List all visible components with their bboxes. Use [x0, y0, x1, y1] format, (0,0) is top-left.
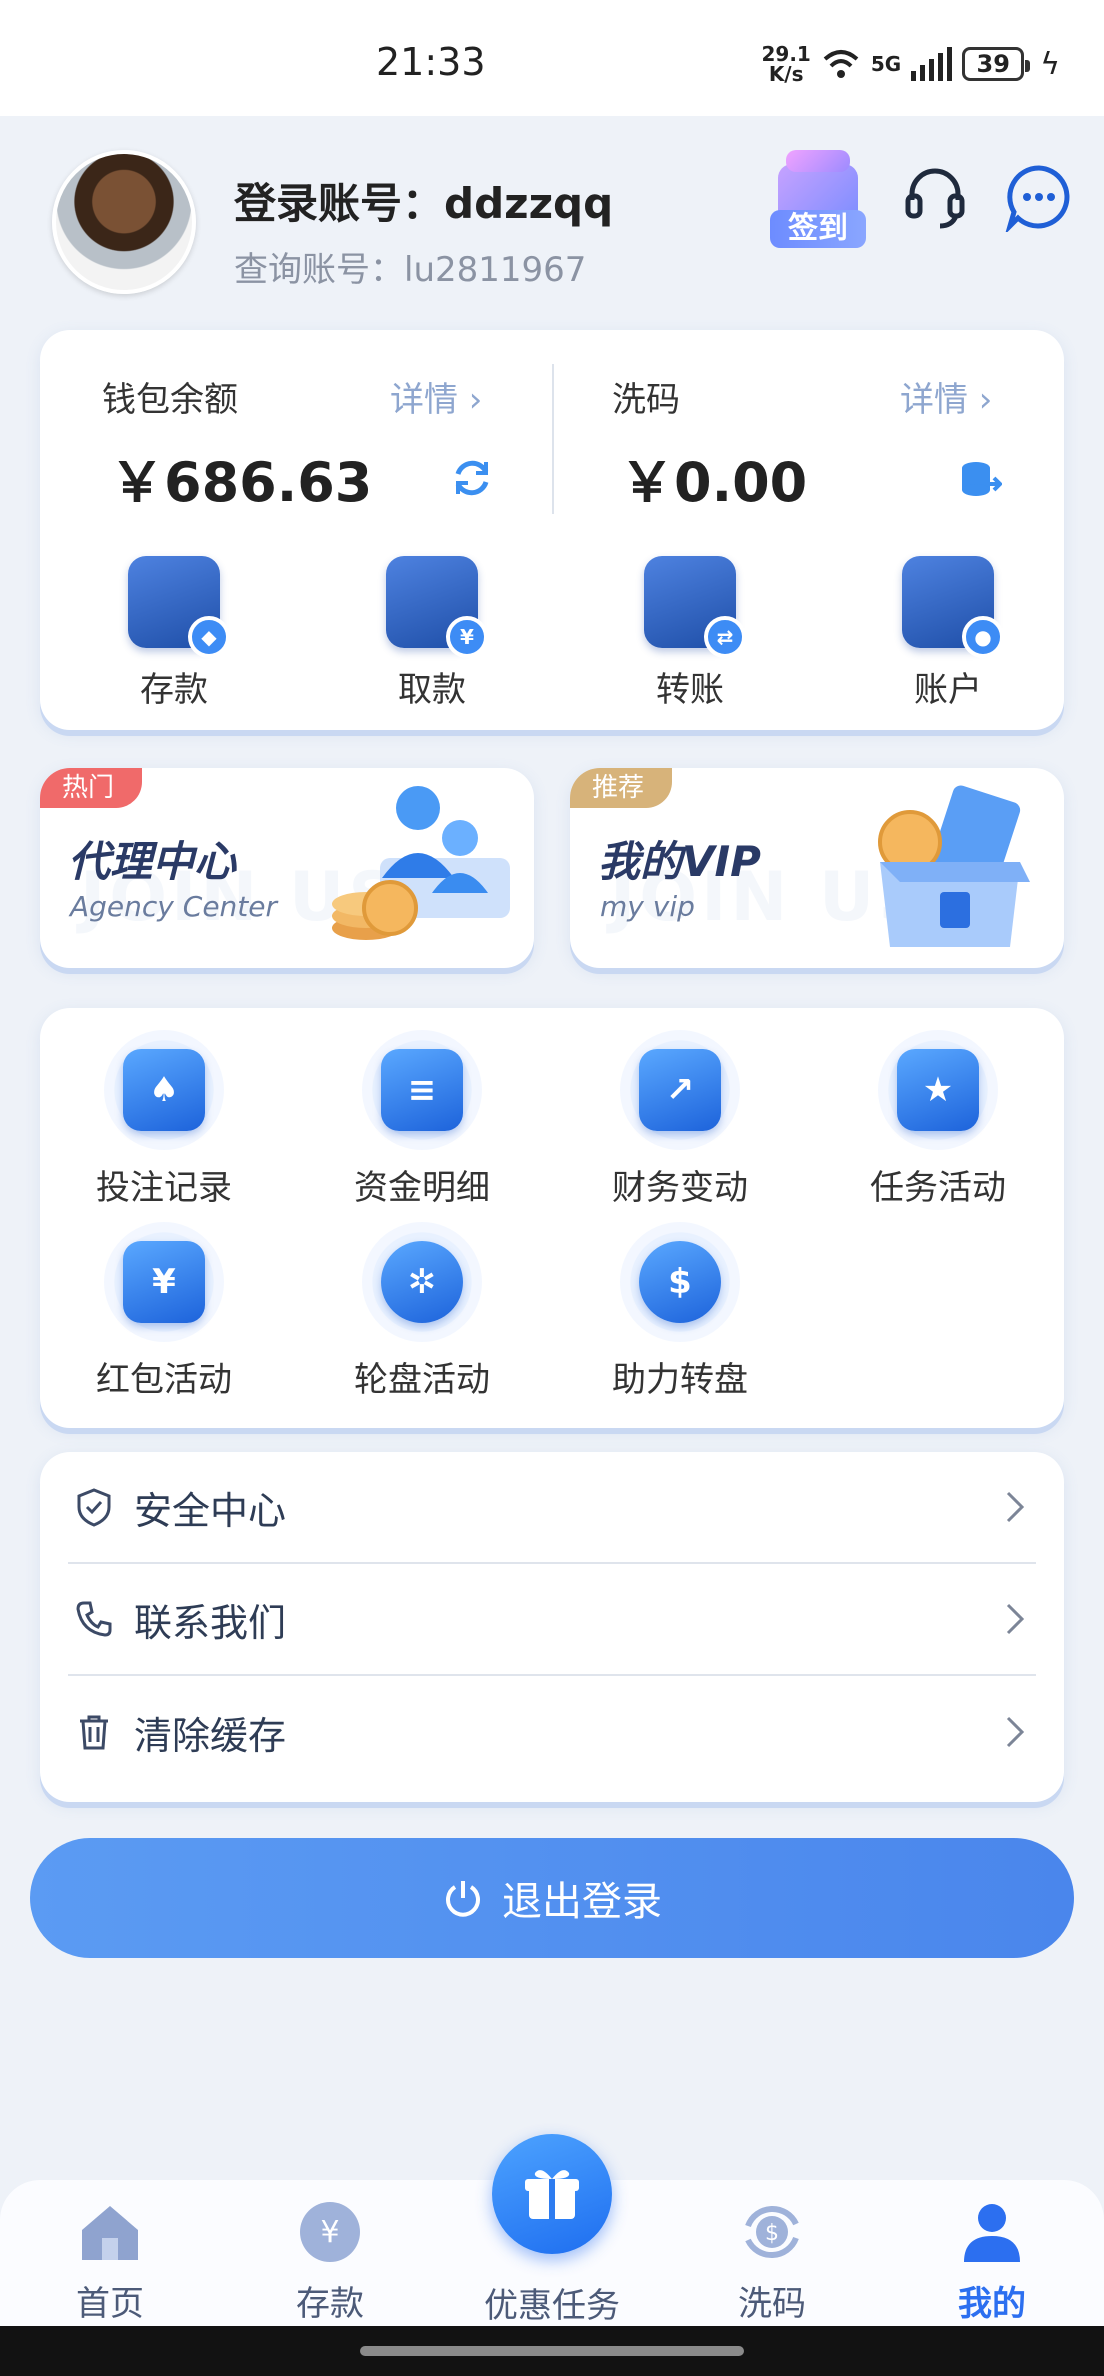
wash-title: 洗码	[612, 380, 680, 420]
hot-tag: 热门	[40, 768, 143, 808]
home-icon	[82, 2206, 138, 2260]
chevron-right-icon	[1006, 1716, 1025, 1748]
chevron-right-icon	[1006, 1491, 1025, 1523]
menu-item-security[interactable]: 安全中心	[68, 1452, 1036, 1564]
grid-item-task-activity[interactable]: ★ 任务活动	[848, 1030, 1028, 1209]
grid-item-finance-changes[interactable]: ↗ 财务变动	[590, 1030, 770, 1209]
refresh-icon[interactable]	[450, 456, 494, 500]
status-indicators: 29.1 K/s 5G 39 ϟ	[762, 44, 1061, 84]
shield-icon	[77, 1488, 111, 1527]
grid-item-bet-records[interactable]: ♠ 投注记录	[74, 1030, 254, 1209]
signal-icon	[911, 47, 953, 81]
promo-title: 代理中心	[68, 837, 237, 886]
balance-detail-link[interactable]: 详情 ›	[390, 372, 482, 421]
transfer-action[interactable]: ⇄ 转账	[600, 556, 780, 711]
spade-notebook-icon: ♠	[123, 1049, 205, 1131]
promotions-center-button[interactable]	[492, 2134, 612, 2254]
trend-chart-icon: ↗	[639, 1049, 721, 1131]
query-account: 查询账号：lu2811967	[234, 250, 587, 290]
phone-icon	[76, 1601, 112, 1637]
wallet-card: 钱包余额 详情 › ￥686.63 洗码 详情 › ￥0.00 ◆ 存款 ¥ 取…	[40, 330, 1064, 730]
account-icon: ●	[902, 556, 1004, 658]
grid-item-lucky-wheel[interactable]: $ 助力转盘	[590, 1222, 770, 1401]
rebate-cycle-icon: $	[745, 2205, 799, 2259]
net-speed: 29.1 K/s	[761, 42, 811, 86]
balance-title: 钱包余额	[102, 380, 238, 420]
signin-button[interactable]: 签到	[768, 150, 868, 250]
vip-card[interactable]: JOIN US 推荐 我的VIP my vip	[570, 768, 1064, 968]
calendar-star-icon: ★	[897, 1049, 979, 1131]
agency-illustration-icon	[332, 786, 510, 940]
status-bar: 21:33 29.1 K/s 5G 39 ϟ	[0, 0, 1104, 116]
red-packet-icon: ¥	[123, 1241, 205, 1323]
promo-title: 我的VIP	[598, 837, 761, 886]
network-type: 5G	[870, 52, 902, 76]
promo-subtitle: Agency Center	[70, 890, 278, 923]
tab-deposit[interactable]: ¥ 存款	[240, 2196, 420, 2325]
tab-mine[interactable]: 我的	[902, 2196, 1082, 2325]
home-indicator[interactable]	[360, 2346, 744, 2356]
wash-detail-link[interactable]: 详情 ›	[900, 372, 992, 421]
tab-wash-code[interactable]: $ 洗码	[682, 2196, 862, 2325]
settings-menu: 安全中心 联系我们 清除缓存	[40, 1452, 1064, 1802]
wallet-icon: ◆	[128, 556, 230, 658]
balance-amount: ￥686.63	[110, 451, 373, 514]
menu-item-clear-cache[interactable]: 清除缓存	[68, 1676, 1036, 1788]
divider	[552, 364, 554, 514]
deposit-action[interactable]: ◆ 存款	[84, 556, 264, 711]
prize-wheel-icon: $	[639, 1241, 721, 1323]
promo-subtitle: my vip	[600, 890, 695, 923]
roulette-wheel-icon: ✲	[381, 1241, 463, 1323]
card-icon: ¥	[386, 556, 488, 658]
grid-item-red-packet[interactable]: ¥ 红包活动	[74, 1222, 254, 1401]
signin-label: 签到	[770, 210, 866, 248]
wifi-icon	[823, 50, 859, 78]
charging-icon: ϟ	[1040, 46, 1060, 82]
user-icon	[964, 2204, 1020, 2262]
grid-item-roulette[interactable]: ✲ 轮盘活动	[332, 1222, 512, 1401]
wash-amount: ￥0.00	[620, 451, 808, 514]
power-icon	[446, 1881, 480, 1917]
avatar[interactable]	[52, 150, 196, 294]
system-nav-bar	[0, 2326, 1104, 2376]
trash-icon	[80, 1715, 108, 1750]
deposit-icon: ¥	[300, 2202, 360, 2262]
logout-label: 退出登录	[502, 1879, 662, 1925]
battery-icon: 39	[962, 47, 1031, 81]
svg-text:¥: ¥	[320, 2215, 339, 2250]
tab-home[interactable]: 首页	[20, 2196, 200, 2325]
withdraw-action[interactable]: ¥ 取款	[342, 556, 522, 711]
headset-icon[interactable]	[900, 162, 970, 232]
login-account: 登录账号：ddzzqq	[234, 179, 614, 228]
agency-center-card[interactable]: JOIN US 热门 代理中心 Agency Center	[40, 768, 534, 968]
chevron-right-icon	[1006, 1603, 1025, 1635]
recommend-tag: 推荐	[570, 768, 673, 808]
menu-item-contact[interactable]: 联系我们	[68, 1564, 1036, 1676]
notebook-icon: ≡	[381, 1049, 463, 1131]
status-time: 21:33	[376, 40, 486, 84]
grid-item-fund-details[interactable]: ≡ 资金明细	[332, 1030, 512, 1209]
database-icon[interactable]	[958, 458, 1002, 502]
message-icon[interactable]	[1004, 162, 1074, 232]
account-action[interactable]: ● 账户	[858, 556, 1038, 711]
svg-text:$: $	[765, 2221, 779, 2246]
transfer-icon: ⇄	[644, 556, 746, 658]
vip-box-icon	[878, 785, 1030, 947]
logout-button[interactable]: 退出登录	[30, 1838, 1074, 1958]
function-grid: ♠ 投注记录 ≡ 资金明细 ↗ 财务变动 ★ 任务活动 ¥ 红包活动 ✲ 轮盘活…	[40, 1008, 1064, 1428]
gift-icon	[525, 2170, 579, 2219]
